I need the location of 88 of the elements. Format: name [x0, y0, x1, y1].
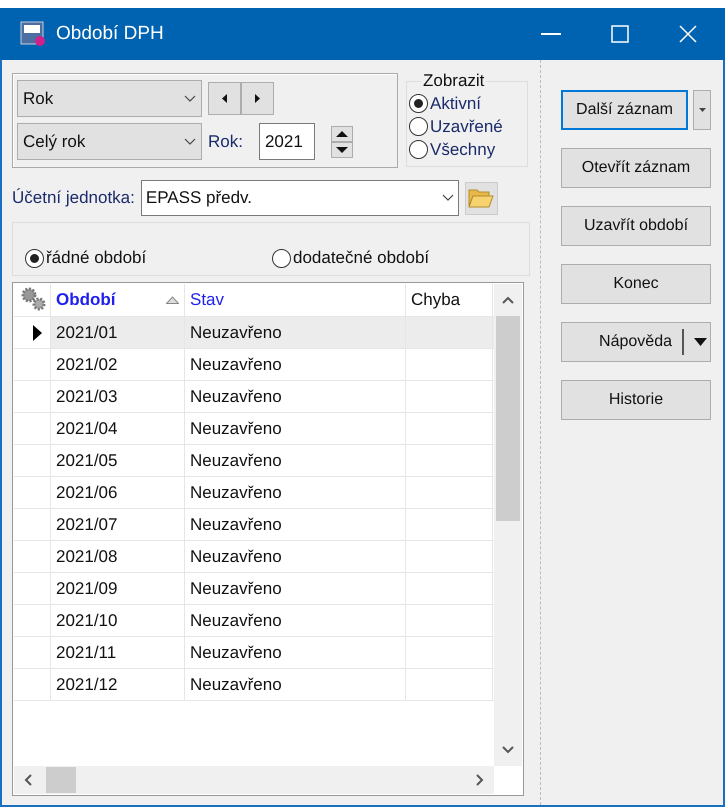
table-cell-text: 2021/01 [56, 322, 118, 344]
caret-icon [698, 108, 706, 112]
table-row[interactable]: 2021/11 Neuzavřeno [14, 637, 494, 669]
row-pointer-icon [33, 324, 42, 340]
table-cell-text: Neuzavřeno [190, 482, 282, 504]
table-row[interactable]: 2021/01 Neuzavřeno [14, 317, 494, 349]
scroll-thumb[interactable] [496, 316, 520, 521]
table-cell-text: Neuzavřeno [190, 610, 282, 632]
table-row[interactable]: 2021/08 Neuzavřeno [14, 541, 494, 573]
sort-up-icon [166, 296, 179, 304]
table-row[interactable]: 2021/12 Neuzavřeno [14, 669, 494, 701]
right-triangle-icon [255, 94, 260, 103]
column-header[interactable]: Období [51, 284, 185, 316]
radio-label: řádné období [46, 247, 146, 270]
chevron-down-icon [184, 94, 196, 102]
column-header[interactable]: Stav [185, 284, 406, 316]
table-cell-text: 2021/07 [56, 514, 118, 536]
table-row[interactable]: 2021/09 Neuzavřeno [14, 573, 494, 605]
table-cell-text: Neuzavřeno [190, 354, 282, 376]
table-row[interactable]: 2021/10 Neuzavřeno [14, 605, 494, 637]
vertical-scrollbar[interactable] [494, 284, 522, 766]
left-triangle-icon [222, 94, 227, 103]
table-cell-text: 2021/02 [56, 354, 118, 376]
chevron-down-icon [442, 194, 454, 202]
radio-label: Uzavřené [430, 116, 503, 138]
radio-label: Aktivní [430, 92, 482, 115]
radio-button[interactable] [409, 94, 428, 113]
table-cell-text: Neuzavřeno [190, 450, 282, 472]
radio-button[interactable] [409, 117, 428, 136]
radio-button[interactable] [272, 248, 291, 268]
column-header[interactable]: Chyba [406, 284, 493, 316]
caret-icon [694, 338, 707, 346]
action-button[interactable]: Historie [561, 380, 711, 420]
table-cell-text: Neuzavřeno [190, 642, 282, 664]
year-label: Rok: [208, 130, 243, 153]
action-button[interactable]: Otevřít záznam [561, 148, 711, 188]
table-row[interactable]: 2021/06 Neuzavřeno [14, 477, 494, 509]
table-cell-text: Neuzavřeno [190, 674, 282, 696]
table-row[interactable]: 2021/03 Neuzavřeno [14, 381, 494, 413]
scroll-down-icon[interactable] [502, 746, 514, 754]
table-cell-text: 2021/09 [56, 578, 118, 600]
chevron-down-icon [184, 138, 196, 146]
table-cell-text: 2021/10 [56, 610, 118, 632]
table-cell-text: Neuzavřeno [190, 578, 282, 600]
table-row[interactable]: 2021/07 Neuzavřeno [14, 509, 494, 541]
table-cell-text: 2021/11 [56, 642, 116, 664]
table-row[interactable]: 2021/05 Neuzavřeno [14, 445, 494, 477]
action-button[interactable]: Další záznam [561, 90, 688, 130]
window-title: Období DPH [56, 22, 164, 46]
table-row[interactable]: 2021/04 Neuzavřeno [14, 413, 494, 445]
table-cell-text: 2021/12 [56, 674, 118, 696]
period-type-dropdown[interactable]: Rok [17, 80, 202, 117]
range-dropdown[interactable]: Celý rok [17, 123, 202, 160]
scroll-up-icon[interactable] [502, 296, 514, 304]
action-button[interactable]: Konec [561, 264, 711, 304]
table-cell-text: 2021/05 [56, 450, 118, 472]
table-cell-text: Neuzavřeno [190, 514, 282, 536]
scroll-thumb[interactable] [46, 767, 76, 793]
table-cell-text: 2021/03 [56, 386, 118, 408]
scroll-left-icon[interactable] [24, 774, 32, 786]
table-cell-text: Neuzavřeno [190, 418, 282, 440]
close-icon[interactable] [679, 25, 697, 43]
radio-button[interactable] [25, 248, 44, 268]
year-field[interactable]: 2021 [258, 123, 315, 160]
radio-label: Všechny [430, 138, 496, 161]
app-icon [20, 21, 46, 47]
action-button[interactable]: Uzavřít období [561, 206, 711, 246]
table-cell-text: Neuzavřeno [190, 546, 282, 568]
unit-label: Účetní jednotka: [12, 187, 135, 210]
spinner-icon[interactable] [330, 126, 353, 158]
next-button[interactable] [241, 82, 274, 115]
radio-button[interactable] [409, 140, 428, 159]
scroll-right-icon[interactable] [476, 774, 484, 786]
table-cell-text: Neuzavřeno [190, 322, 282, 344]
menu-button[interactable]: Nápověda [561, 322, 711, 362]
folder-icon [468, 188, 494, 208]
table-cell-text: Neuzavřeno [190, 386, 282, 408]
table-cell-text: 2021/04 [56, 418, 118, 440]
table-row[interactable]: 2021/02 Neuzavřeno [14, 349, 494, 381]
gears-icon[interactable] [20, 286, 48, 312]
table-cell-text: 2021/06 [56, 482, 118, 504]
unit-dropdown[interactable]: EPASS předv. [140, 180, 459, 216]
maximize-icon[interactable] [611, 25, 629, 43]
previous-button[interactable] [208, 82, 241, 115]
table-cell-text: 2021/08 [56, 546, 118, 568]
radio-label: dodatečné období [293, 247, 430, 270]
browse-button[interactable] [464, 182, 498, 214]
horizontal-scrollbar[interactable] [14, 766, 494, 794]
